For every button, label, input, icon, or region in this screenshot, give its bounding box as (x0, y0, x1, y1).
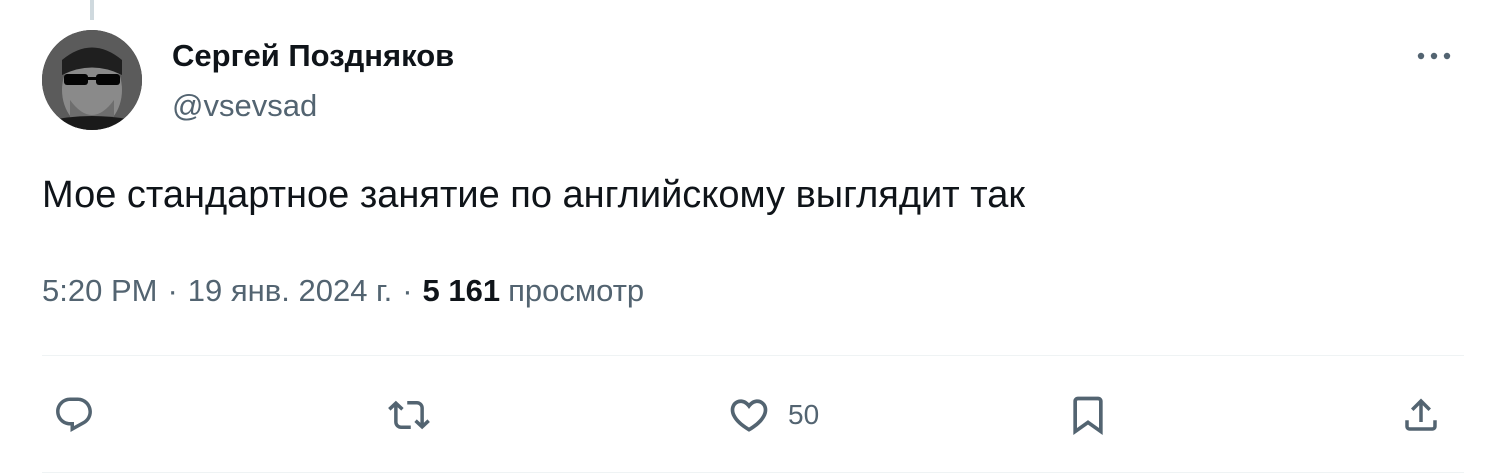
author-name[interactable]: Сергей Поздняков (172, 38, 454, 74)
repost-button[interactable] (388, 390, 444, 440)
more-horizontal-icon (1417, 52, 1451, 60)
share-icon (1405, 398, 1437, 431)
author-handle[interactable]: @vsevsad (172, 88, 317, 124)
reply-icon (56, 397, 92, 432)
tweet-text: Мое стандартное занятие по английскому в… (42, 174, 1025, 216)
meta-separator: · (402, 273, 413, 308)
meta-separator: · (167, 273, 178, 308)
tweet-meta: 5:20 PM · 19 янв. 2024 г. · 5 161 просмо… (42, 273, 644, 309)
reply-button[interactable] (53, 390, 109, 440)
views-label: просмотр (508, 273, 645, 308)
divider (42, 472, 1464, 473)
thread-connector-line (90, 0, 94, 20)
avatar[interactable] (42, 30, 142, 130)
like-button[interactable]: 50 (724, 390, 819, 440)
like-count: 50 (788, 399, 820, 430)
avatar-image (42, 30, 142, 130)
share-button[interactable] (1400, 390, 1456, 440)
divider (42, 355, 1464, 356)
tweet-time[interactable]: 5:20 PM (42, 273, 157, 309)
tweet-date[interactable]: 19 янв. 2024 г. (188, 273, 392, 309)
bookmark-button[interactable] (1066, 390, 1124, 440)
views-count: 5 161 (422, 273, 501, 308)
heart-icon (730, 399, 768, 432)
bookmark-icon (1073, 396, 1103, 436)
repost-icon (388, 400, 430, 430)
more-options-button[interactable] (1412, 36, 1456, 76)
